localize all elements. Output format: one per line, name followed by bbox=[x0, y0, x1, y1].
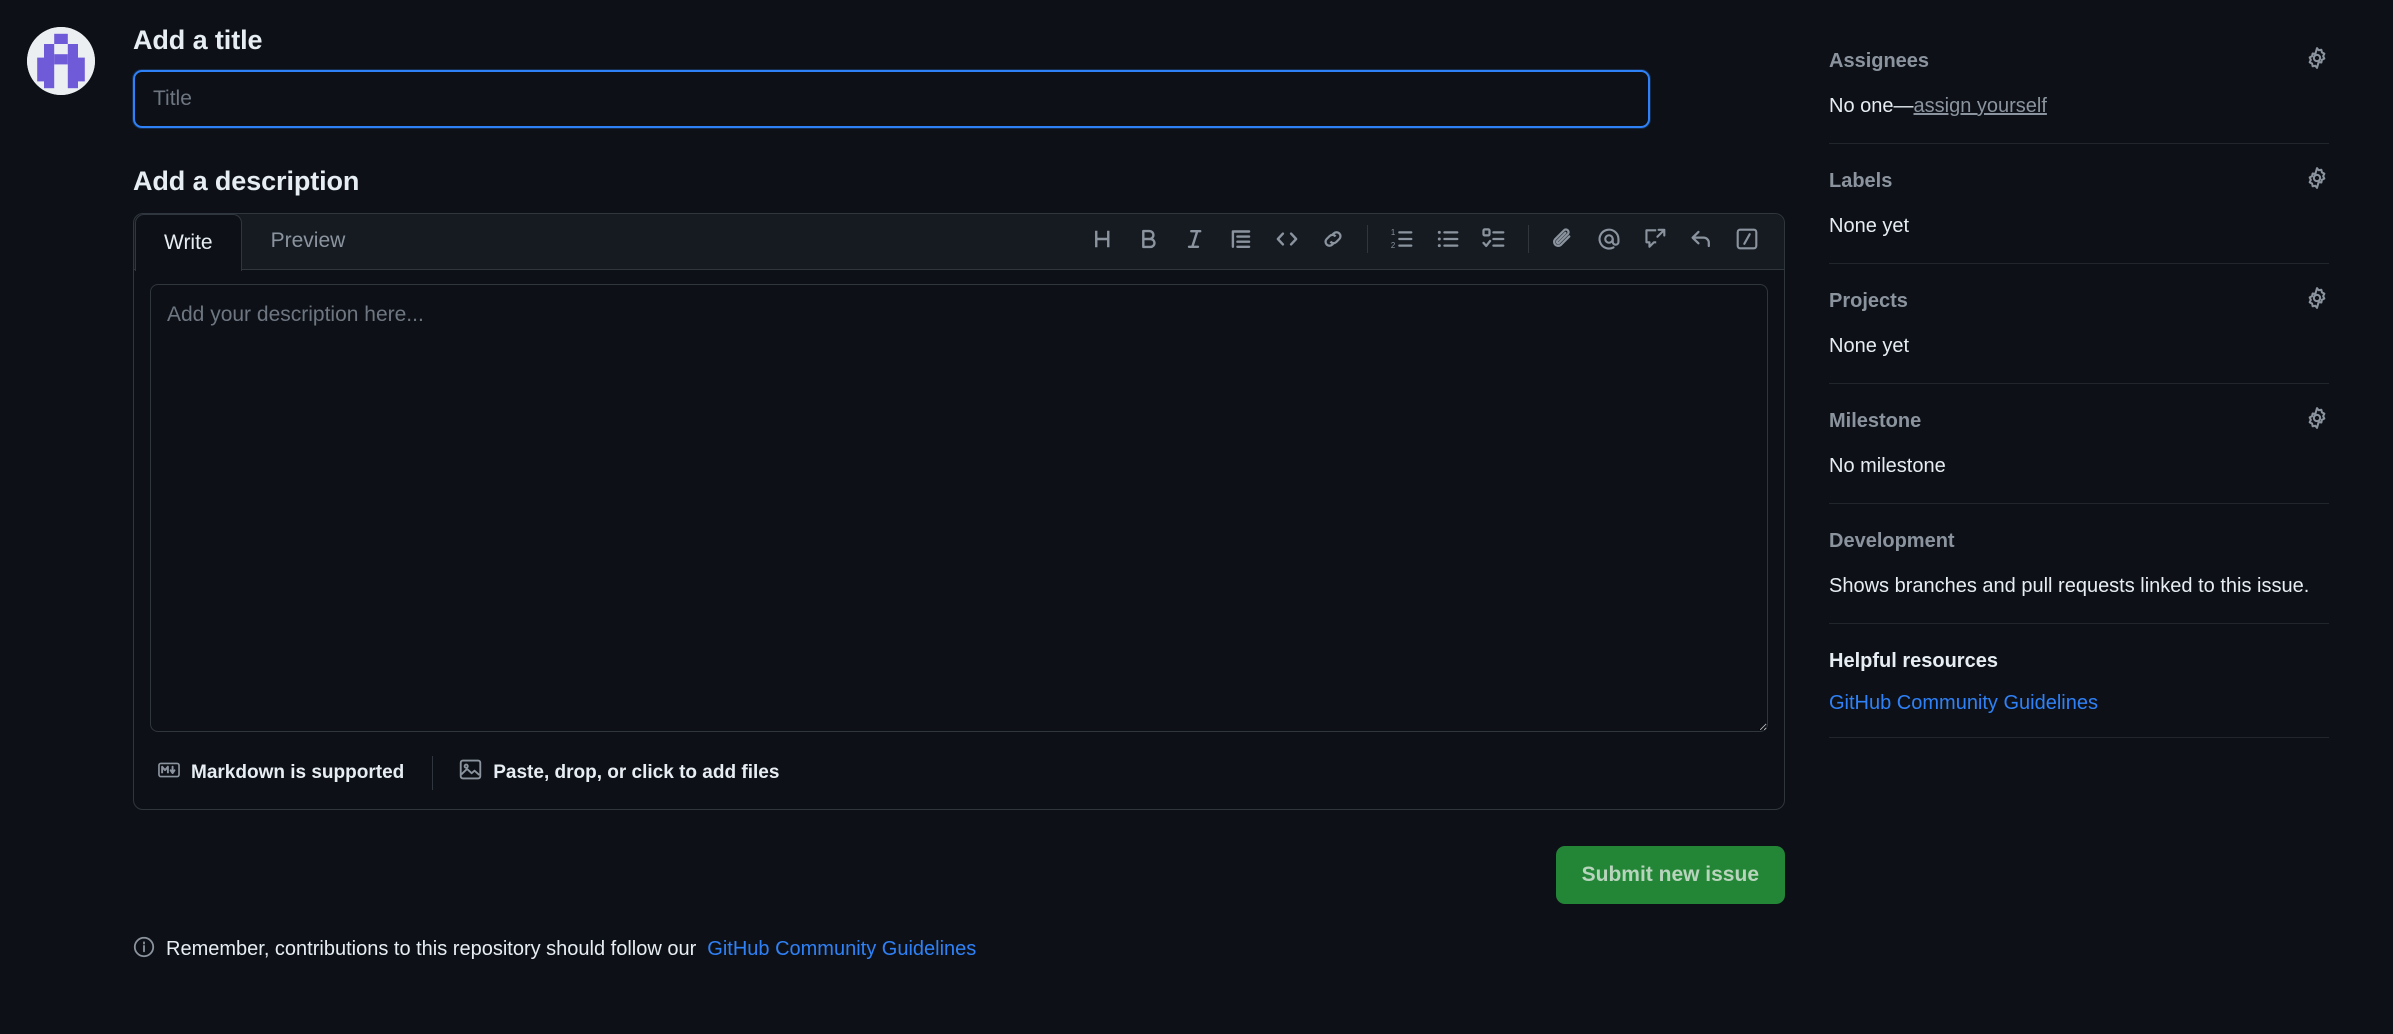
projects-header: Projects bbox=[1829, 286, 2329, 314]
labels-value: None yet bbox=[1829, 215, 1910, 237]
add-files-label: Paste, drop, or click to add files bbox=[493, 761, 780, 783]
comment-box-header: Write Preview 1 2 bbox=[134, 213, 1784, 271]
heading-icon[interactable] bbox=[1080, 216, 1126, 262]
development-value: Shows branches and pull requests linked … bbox=[1829, 575, 2310, 597]
svg-text:2: 2 bbox=[1391, 240, 1395, 249]
sidebar-section-labels: Labels None yet bbox=[1829, 166, 2329, 264]
unordered-list-icon[interactable] bbox=[1425, 216, 1471, 262]
description-textarea[interactable] bbox=[150, 283, 1768, 732]
footer-separator bbox=[432, 755, 434, 790]
projects-title: Projects bbox=[1829, 290, 1908, 312]
assignees-header: Assignees bbox=[1829, 46, 2329, 74]
gear-icon[interactable] bbox=[2305, 46, 2329, 70]
avatar bbox=[27, 27, 95, 95]
issue-create-page: Add a title Add a description Write Prev… bbox=[0, 0, 2393, 1034]
toolbar-separator bbox=[1528, 224, 1529, 253]
markdown-supported-label: Markdown is supported bbox=[191, 761, 405, 783]
write-preview-tabs: Write Preview bbox=[134, 213, 375, 271]
milestone-title: Milestone bbox=[1829, 410, 1922, 432]
link-icon[interactable] bbox=[1310, 216, 1356, 262]
quote-icon[interactable] bbox=[1218, 216, 1264, 262]
slash-command-icon[interactable] bbox=[1724, 216, 1770, 262]
sidebar-section-projects: Projects None yet bbox=[1829, 286, 2329, 384]
markdown-icon bbox=[158, 759, 180, 787]
sidebar-section-assignees: Assignees No one—assign yourself bbox=[1829, 46, 2329, 144]
ordered-list-icon[interactable]: 1 2 bbox=[1379, 216, 1425, 262]
submit-row: Submit new issue bbox=[133, 845, 1785, 904]
assignees-value: No one—assign yourself bbox=[1829, 92, 2329, 121]
note-link[interactable]: GitHub Community Guidelines bbox=[707, 938, 976, 961]
description-comment-box: Write Preview 1 2 Add your description h… bbox=[133, 212, 1785, 810]
labels-title: Labels bbox=[1829, 170, 1893, 192]
reply-icon[interactable] bbox=[1678, 216, 1724, 262]
gear-icon[interactable] bbox=[2305, 406, 2329, 430]
assign-yourself-link[interactable]: assign yourself bbox=[1914, 95, 2047, 117]
markdown-supported-link[interactable]: Markdown is supported bbox=[158, 759, 422, 787]
info-icon bbox=[133, 936, 155, 964]
main-column: Add a title Add a description Write Prev… bbox=[0, 0, 1797, 1034]
milestone-header: Milestone bbox=[1829, 406, 2329, 434]
comment-box-footer: Markdown is supported Paste, drop, or cl… bbox=[134, 737, 1784, 809]
sidebar-section-helpful-resources: Helpful resources GitHub Community Guide… bbox=[1829, 648, 2329, 738]
assignees-title: Assignees bbox=[1829, 50, 1930, 72]
task-list-icon[interactable] bbox=[1471, 216, 1517, 262]
comment-box-body bbox=[134, 270, 1784, 737]
italic-icon[interactable] bbox=[1172, 216, 1218, 262]
toolbar-separator bbox=[1367, 224, 1368, 253]
add-title-heading: Add a title bbox=[133, 25, 263, 55]
sidebar-section-milestone: Milestone No milestone bbox=[1829, 406, 2329, 504]
gear-icon[interactable] bbox=[2305, 166, 2329, 190]
development-header: Development bbox=[1829, 528, 2329, 554]
issue-sidebar: Assignees No one—assign yourself Labels bbox=[1797, 0, 2393, 1034]
image-icon bbox=[459, 758, 482, 787]
title-input[interactable] bbox=[133, 69, 1650, 128]
helpful-resources-title: Helpful resources bbox=[1829, 650, 1998, 672]
add-description-heading: Add a description bbox=[133, 165, 360, 196]
attachment-icon[interactable] bbox=[1540, 216, 1586, 262]
assignees-none: No one— bbox=[1829, 95, 1914, 117]
mention-icon[interactable] bbox=[1586, 216, 1632, 262]
labels-header: Labels bbox=[1829, 166, 2329, 194]
development-title: Development bbox=[1829, 530, 1955, 552]
svg-text:1: 1 bbox=[1391, 227, 1395, 236]
community-guidelines-link[interactable]: GitHub Community Guidelines bbox=[1829, 692, 2098, 715]
note-text: Remember, contributions to this reposito… bbox=[166, 938, 697, 960]
tab-write[interactable]: Write bbox=[135, 213, 242, 271]
helpful-resources-header: Helpful resources bbox=[1829, 648, 2329, 674]
title-input-wrap bbox=[133, 69, 1717, 128]
bold-icon[interactable] bbox=[1126, 216, 1172, 262]
sidebar-section-development: Development Shows branches and pull requ… bbox=[1829, 528, 2329, 624]
reference-icon[interactable] bbox=[1632, 216, 1678, 262]
milestone-value: No milestone bbox=[1829, 455, 1946, 477]
community-guidelines-note: Remember, contributions to this reposito… bbox=[133, 936, 1717, 964]
avatar-identicon-icon bbox=[27, 27, 95, 95]
gear-icon[interactable] bbox=[2305, 286, 2329, 310]
markdown-toolbar: 1 2 bbox=[1080, 213, 1770, 269]
projects-value: None yet bbox=[1829, 335, 1910, 357]
submit-new-issue-button[interactable]: Submit new issue bbox=[1555, 845, 1785, 904]
tab-preview[interactable]: Preview bbox=[242, 213, 375, 269]
code-icon[interactable] bbox=[1264, 216, 1310, 262]
add-files-button[interactable]: Paste, drop, or click to add files bbox=[459, 758, 797, 787]
